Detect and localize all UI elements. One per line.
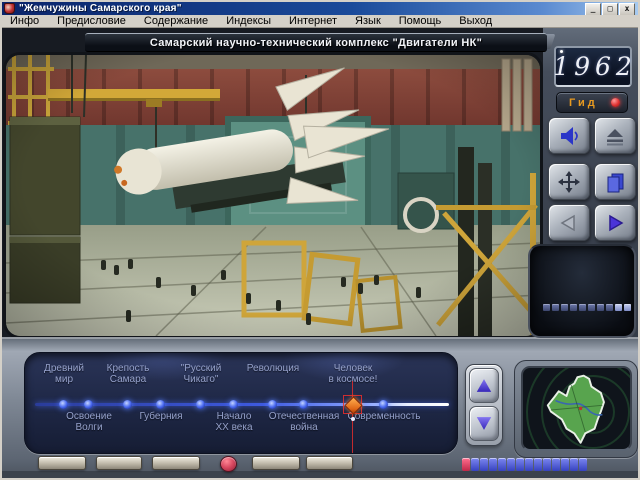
triangle-down-icon [475,416,493,432]
year-display: 1962 [554,46,632,87]
timeline-panel: Древний мир Крепость Самара "Русский Чик… [24,352,458,454]
timeline-dot[interactable] [299,400,308,409]
timeline-dot[interactable] [379,400,388,409]
year-value: 1962 [553,52,637,81]
window-titlebar[interactable]: "Жемчужины Самарского края" _ □ x [2,2,638,15]
eject-icon [603,124,627,148]
timeline-dot[interactable] [268,400,277,409]
menu-contents[interactable]: Содержание [142,15,210,27]
screen-dot [606,304,613,311]
screen-dot [543,304,550,311]
screen-dot [570,304,577,311]
eject-button[interactable] [594,117,636,154]
console-key-1[interactable] [38,456,86,470]
progress-segment [480,458,488,471]
console-bottom-strip [0,471,640,480]
samara-region-map [539,371,619,449]
timeline-item-fortress-samara[interactable]: Крепость Самара [88,363,168,385]
timeline-item-patriotic-war[interactable]: Отечественная война [264,411,344,433]
factory-photo-illustration [6,55,540,336]
app-icon [4,3,15,14]
progress-segment [489,458,497,471]
guide-button[interactable]: Гид [556,92,628,113]
progress-indicator [462,458,587,471]
console-key-3[interactable] [152,456,200,470]
screen-dot [561,304,568,311]
screen-indicator-dots [543,304,631,311]
progress-segment [516,458,524,471]
mini-screen [528,244,636,338]
menu-info[interactable]: Инфо [8,15,41,27]
arrow-right-icon [603,211,627,235]
timeline-item-gubernia[interactable]: Губерния [121,411,201,422]
menu-preface[interactable]: Предисловие [55,15,128,27]
previous-button[interactable] [548,204,590,241]
map-panel [514,360,638,458]
menu-help[interactable]: Помощь [397,15,444,27]
up-button[interactable] [469,368,499,403]
timeline-dot[interactable] [59,400,68,409]
timeline-item-revolution[interactable]: Революция [233,363,313,374]
progress-segment [507,458,515,471]
progress-segment [471,458,479,471]
arrow-left-icon [557,211,581,235]
screen-dot [624,304,631,311]
pages-button[interactable] [594,163,636,200]
guide-label: Гид [569,97,611,109]
progress-segment [561,458,569,471]
console-key-4[interactable] [252,456,300,470]
menu-indexes[interactable]: Индексы [224,15,273,27]
menu-language[interactable]: Язык [353,15,383,27]
screen-dot [615,304,622,311]
navigate-button[interactable] [548,163,590,200]
speaker-icon [557,124,581,148]
down-button[interactable] [469,406,499,441]
screen-dot [579,304,586,311]
menu-bar: Инфо Предисловие Содержание Индексы Инте… [2,15,638,28]
timeline-item-volga-settlement[interactable]: Освоение Волги [49,411,129,433]
window-title: "Жемчужины Самарского края" [19,3,182,14]
main-photo [6,55,540,336]
progress-segment [498,458,506,471]
move-arrows-icon [557,170,581,194]
timeline-marker-dot [351,417,355,421]
screen-dot [588,304,595,311]
map-screen[interactable] [521,366,632,451]
sound-button[interactable] [548,117,590,154]
timeline-dot[interactable] [123,400,132,409]
screen-dot [597,304,604,311]
timeline-stepper [465,364,503,446]
menu-internet[interactable]: Интернет [287,15,339,27]
progress-segment [525,458,533,471]
screen-dot [552,304,559,311]
triangle-up-icon [475,378,493,394]
timeline-dot[interactable] [229,400,238,409]
progress-segment [579,458,587,471]
progress-segment [543,458,551,471]
progress-segment [462,458,470,471]
guide-led-icon [611,98,620,107]
timeline-dot[interactable] [196,400,205,409]
progress-segment [570,458,578,471]
timeline-item-man-in-space[interactable]: Человек в космосе! [313,363,393,385]
red-round-button[interactable] [220,456,237,472]
timeline-dot[interactable] [156,400,165,409]
next-button[interactable] [594,204,636,241]
pages-stack-icon [603,170,627,194]
timeline-item-early-20th[interactable]: Начало XX века [194,411,274,433]
timeline-item-russian-chicago[interactable]: "Русский Чикаго" [161,363,241,385]
progress-segment [534,458,542,471]
timeline-dot[interactable] [84,400,93,409]
page-title-bar: Самарский научно-технический комплекс "Д… [85,33,547,52]
sparkle-highlight [560,50,563,53]
page-title: Самарский научно-технический комплекс "Д… [150,37,482,49]
console-key-2[interactable] [96,456,142,470]
menu-exit[interactable]: Выход [457,15,494,27]
application-window: "Жемчужины Самарского края" _ □ x Инфо П… [0,0,640,480]
console-key-5[interactable] [306,456,353,470]
progress-segment [552,458,560,471]
